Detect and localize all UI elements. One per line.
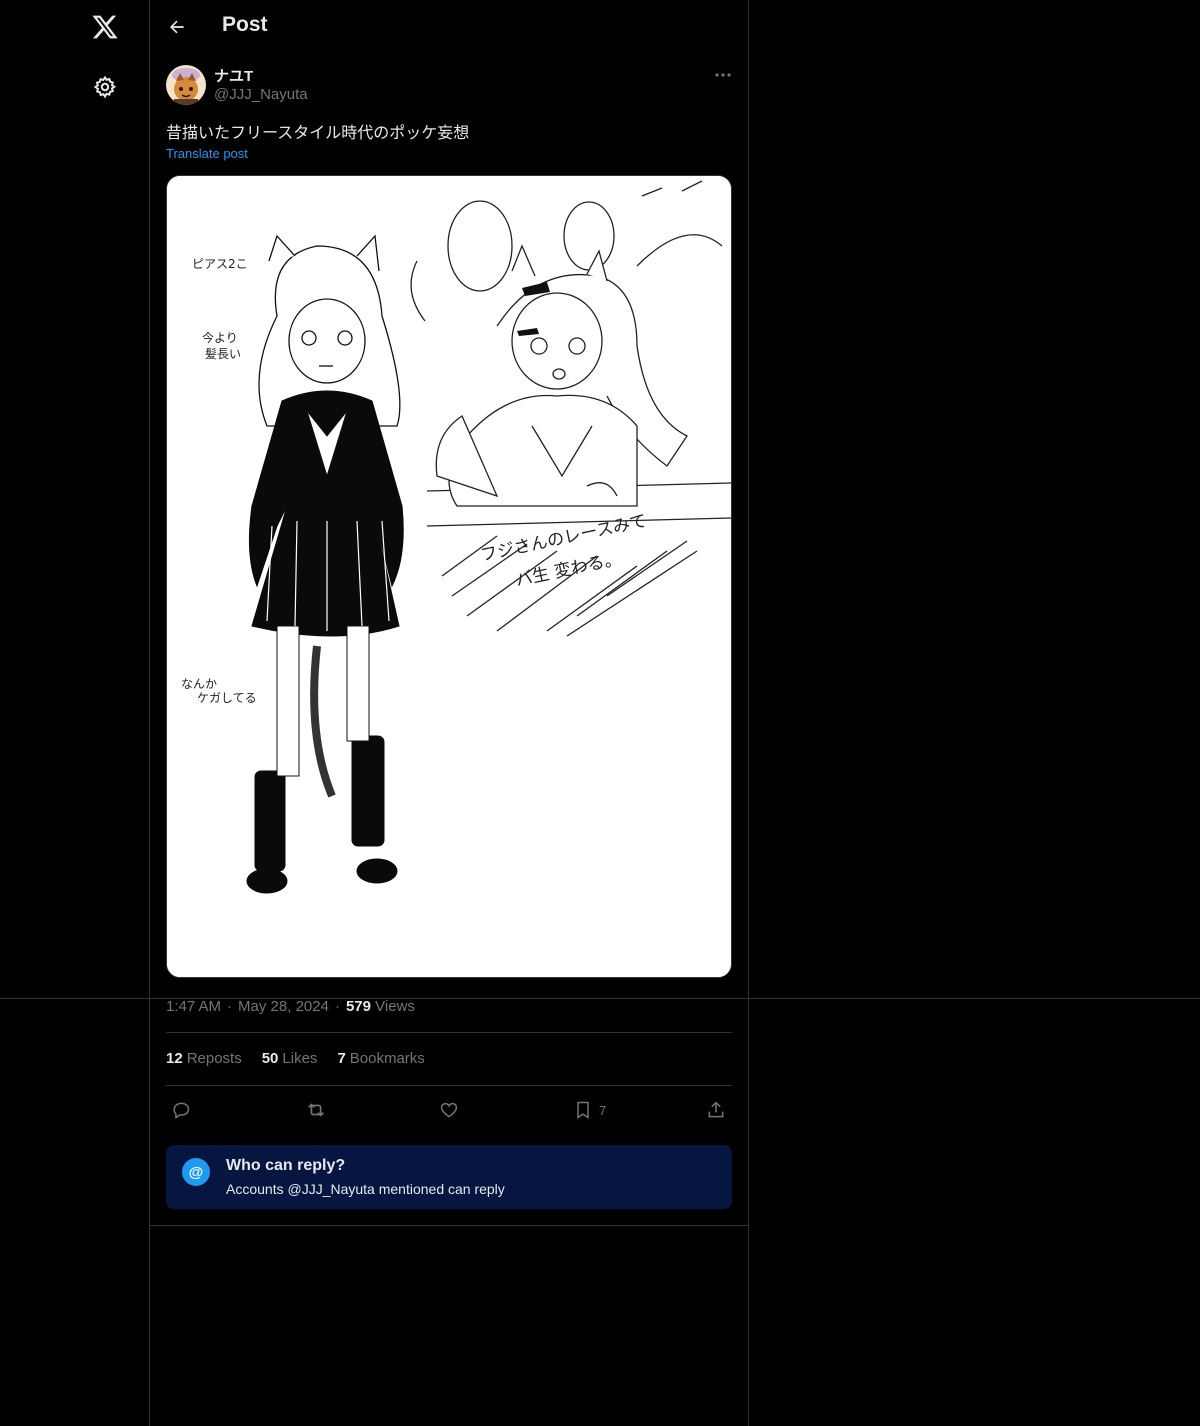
avatar[interactable] (166, 65, 206, 105)
bookmark-icon (577, 1101, 589, 1119)
likes-stat[interactable]: 50 Likes (262, 1050, 318, 1067)
reply-restriction-title: Who can reply? (226, 1157, 346, 1174)
repost-icon (308, 1103, 324, 1117)
post-text: 昔描いたフリースタイル時代のポッケ妄想 (166, 125, 470, 142)
note-injury-2: ケガしてる (197, 691, 257, 705)
divider (150, 1225, 749, 1226)
post-time[interactable]: 1:47 AM (166, 998, 221, 1015)
reply-restriction-subtitle: Accounts @JJJ_Nayuta mentioned can reply (226, 1181, 505, 1197)
post-meta: 1:47 AM · May 28, 2024 · 579 Views (166, 998, 415, 1015)
views-label: Views (375, 998, 415, 1015)
at-icon: @ (182, 1158, 210, 1186)
page-title: Post (222, 13, 268, 36)
x-logo-icon[interactable] (88, 10, 122, 44)
more-icon (715, 73, 731, 77)
note-hair-2: 髪長い (205, 347, 241, 361)
reply-icon (173, 1102, 190, 1119)
bookmark-count: 7 (599, 1102, 607, 1118)
translate-post-link[interactable]: Translate post (166, 146, 248, 161)
gear-icon[interactable] (90, 72, 120, 102)
share-button[interactable] (706, 1096, 726, 1124)
like-icon (440, 1102, 458, 1118)
reply-restriction-box: @ Who can reply? Accounts @JJJ_Nayuta me… (166, 1145, 732, 1209)
reposts-stat[interactable]: 12 Reposts (166, 1050, 242, 1067)
repost-button[interactable] (305, 1096, 327, 1124)
post-header: Post (150, 0, 748, 54)
author-handle[interactable]: @JJJ_Nayuta (214, 86, 308, 103)
divider (166, 1085, 732, 1086)
post-detail-column: Post ナユT @JJJ_Nayuta 昔描いたフリースタイル時代のポッケ妄想… (150, 0, 749, 1426)
note-hair-1: 今より (202, 330, 238, 345)
back-arrow-icon (169, 20, 184, 34)
back-button[interactable] (164, 14, 190, 40)
note-injury-1: なんか (181, 677, 217, 691)
reply-button[interactable] (171, 1096, 191, 1124)
like-button[interactable] (439, 1096, 459, 1124)
bookmark-button[interactable]: 7 (573, 1096, 606, 1124)
left-navigation (0, 0, 150, 1426)
divider (166, 1032, 732, 1033)
more-button[interactable] (710, 64, 736, 86)
views-count: 579 (345, 998, 371, 1015)
engagement-stats: 12 Reposts 50 Likes 7 Bookmarks (166, 1050, 425, 1067)
note-piercings: ピアス2こ (192, 257, 248, 271)
action-bar: 7 (166, 1096, 732, 1124)
bookmarks-stat[interactable]: 7 Bookmarks (337, 1050, 424, 1067)
post-image[interactable]: ピアス2こ 今より 髪長い なんか ケガしてる フジさんのレースみて バ生 変わ… (166, 175, 732, 978)
horizontal-divider (0, 998, 1200, 999)
post-date[interactable]: May 28, 2024 (238, 998, 329, 1015)
share-icon (708, 1101, 724, 1118)
author-name[interactable]: ナユT (214, 65, 253, 86)
